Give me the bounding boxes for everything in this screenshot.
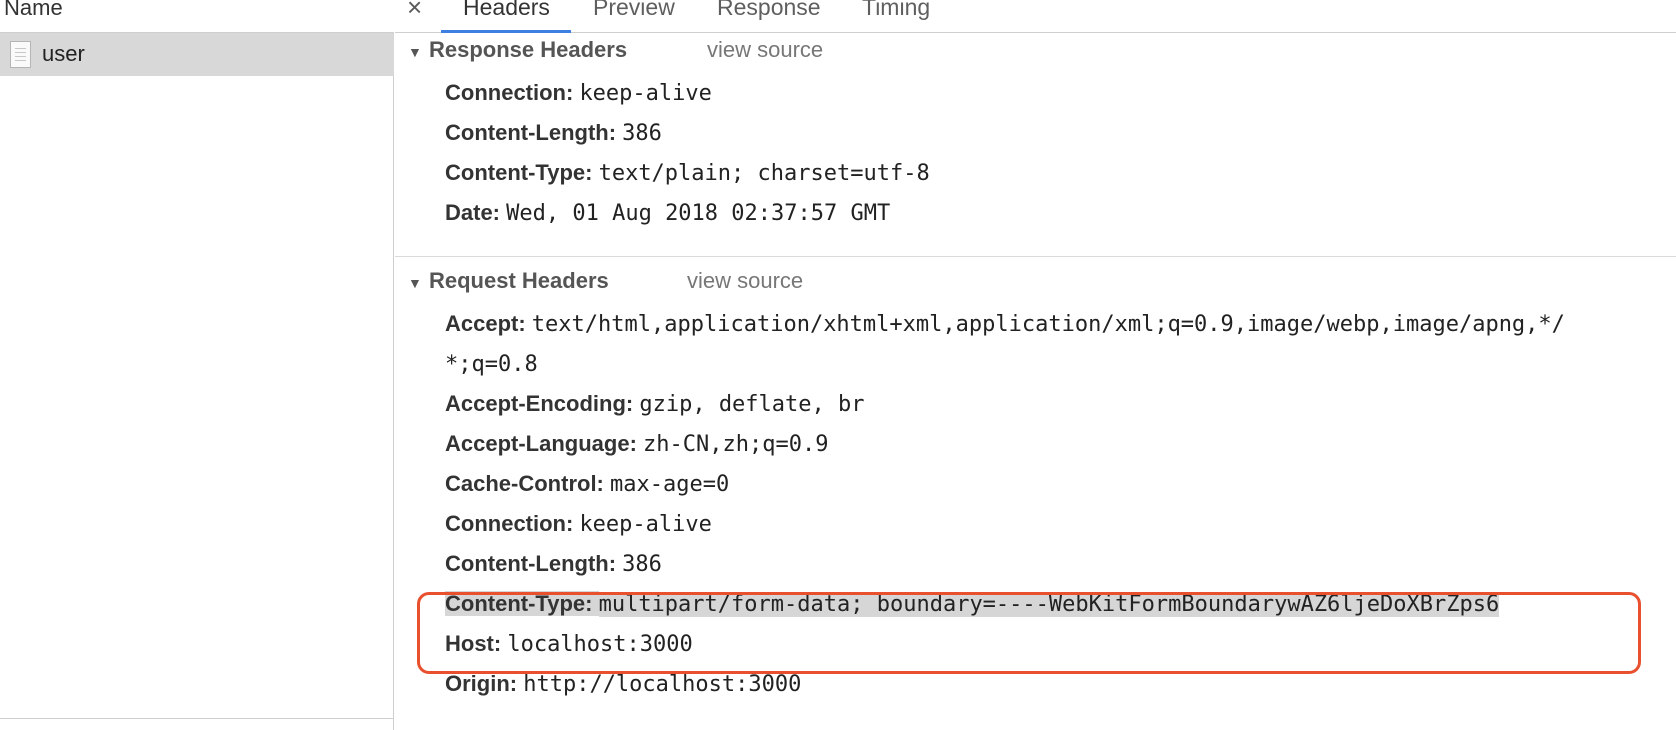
- header-value: max-age=0: [610, 472, 730, 497]
- header-key: Content-Length:: [445, 120, 623, 145]
- header-value: gzip, deflate, br: [639, 392, 865, 417]
- header-key: Connection:: [445, 511, 580, 536]
- tab-response[interactable]: Response: [717, 0, 821, 20]
- response-headers-title[interactable]: Response Headers: [429, 37, 627, 63]
- request-view-source-link[interactable]: view source: [687, 268, 803, 294]
- request-list-panel: Name user: [0, 0, 394, 730]
- response-header-row: Connection: keep-alive: [445, 78, 712, 108]
- header-value: http://localhost:3000: [523, 672, 802, 697]
- tab-timing[interactable]: Timing: [862, 0, 930, 20]
- header-value: keep-alive: [579, 512, 712, 537]
- name-column-label: Name: [4, 0, 63, 20]
- response-view-source-link[interactable]: view source: [707, 37, 823, 63]
- document-icon: [10, 41, 31, 68]
- header-key: Date:: [445, 200, 507, 225]
- detail-tabs-bar: × Headers Preview Response Timing: [395, 0, 1676, 33]
- annotation-highlight-box: [417, 592, 1641, 674]
- header-key: Origin:: [445, 671, 524, 696]
- request-header-row: Cache-Control: max-age=0: [445, 469, 729, 499]
- header-key: Cache-Control:: [445, 471, 610, 496]
- tab-headers[interactable]: Headers: [463, 0, 550, 20]
- request-header-row: Content-Length: 386: [445, 549, 662, 579]
- header-value: keep-alive: [579, 81, 712, 106]
- header-value: 386: [622, 552, 662, 577]
- request-header-row-accept-cont: *;q=0.8: [445, 349, 538, 379]
- header-key: Connection:: [445, 80, 580, 105]
- header-value: text/plain; charset=utf-8: [598, 161, 930, 186]
- collapse-triangle-icon[interactable]: ▼: [408, 44, 422, 60]
- response-header-row: Content-Length: 386: [445, 118, 662, 148]
- request-headers-title[interactable]: Request Headers: [429, 268, 609, 294]
- header-value: 386: [622, 121, 662, 146]
- header-key: Accept-Encoding:: [445, 391, 640, 416]
- header-key: Content-Length:: [445, 551, 623, 576]
- request-name: user: [42, 41, 85, 66]
- request-header-row: Connection: keep-alive: [445, 509, 712, 539]
- headers-panel: ▼ Response Headers view source Connectio…: [395, 34, 1676, 730]
- close-icon[interactable]: ×: [407, 0, 422, 20]
- name-column-header[interactable]: Name: [0, 0, 394, 33]
- header-key: Accept-Language:: [445, 431, 644, 456]
- request-header-row: Accept-Encoding: gzip, deflate, br: [445, 389, 865, 419]
- section-divider: [395, 256, 1676, 257]
- request-row-user[interactable]: user: [0, 33, 394, 76]
- tab-preview[interactable]: Preview: [593, 0, 675, 20]
- collapse-triangle-icon[interactable]: ▼: [408, 275, 422, 291]
- request-header-row: Accept-Language: zh-CN,zh;q=0.9: [445, 429, 828, 459]
- response-header-row: Content-Type: text/plain; charset=utf-8: [445, 158, 930, 188]
- header-value-continuation: *;q=0.8: [445, 352, 538, 377]
- header-key: Content-Type:: [445, 160, 599, 185]
- active-tab-indicator: [441, 30, 571, 33]
- response-header-row: Date: Wed, 01 Aug 2018 02:37:57 GMT: [445, 198, 890, 228]
- header-key: Accept:: [445, 311, 532, 336]
- header-value: Wed, 01 Aug 2018 02:37:57 GMT: [506, 201, 891, 226]
- header-value: text/html,application/xhtml+xml,applicat…: [531, 312, 1565, 337]
- header-value: zh-CN,zh;q=0.9: [643, 432, 829, 457]
- panel-divider: [0, 718, 394, 719]
- request-header-row-accept: Accept: text/html,application/xhtml+xml,…: [445, 309, 1565, 339]
